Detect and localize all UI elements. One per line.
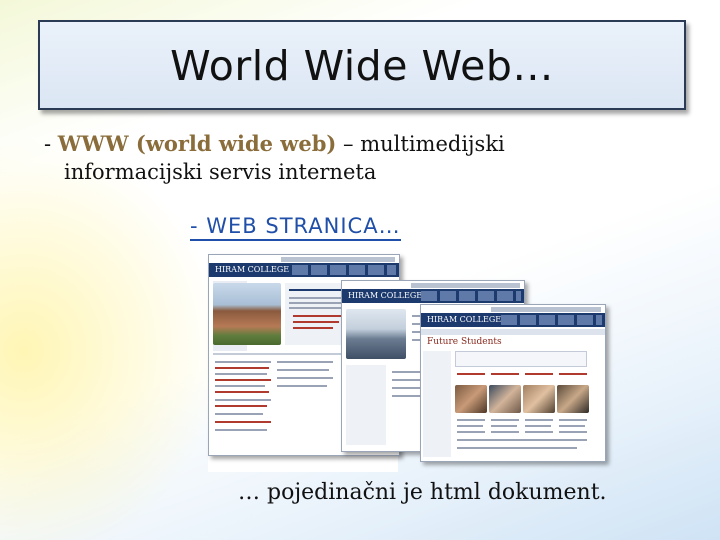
webpage-screenshots: HIRAM COLLEGE HIRAM COLLEGE HIRAM COLLEG… [208,254,606,472]
text-line [525,373,553,375]
college-name: HIRAM COLLEGE [348,291,423,300]
student-photo-2 [489,385,521,413]
text-line [457,447,577,449]
text-line [277,385,327,387]
nav-tabs [420,291,521,301]
bullet-rest: – multimedijski [336,132,505,156]
title-box: World Wide Web… [38,20,686,110]
footer-statement: … pojedinačni je html dokument. [238,480,607,505]
text-line [457,373,485,375]
text-line [215,429,267,431]
top-nav-bar [410,283,520,288]
screenshot-page-3: HIRAM COLLEGE Future Students [420,304,606,462]
top-nav-bar [490,307,601,312]
bullet-www: - WWW (world wide web) – multimedijski i… [44,130,684,186]
text-line [559,431,587,433]
text-line [457,419,485,421]
text-line [491,419,519,421]
link-line [293,321,339,323]
text-line [491,425,517,427]
text-line [215,361,271,363]
student-photo-3 [523,385,555,413]
text-line [491,431,519,433]
text-line [457,439,587,441]
intro-box [455,351,587,367]
web-stranica-link[interactable]: - WEB STRANICA… [190,214,401,241]
college-name: HIRAM COLLEGE [427,315,502,324]
bullet-term: WWW (world wide web) [57,131,337,156]
text-line [215,385,265,387]
campus-photo [213,283,281,345]
student-photo-1 [455,385,487,413]
nav-tabs [291,265,396,275]
link-line [293,327,333,329]
text-line [559,373,587,375]
link-line [215,379,271,381]
link-line [215,391,269,393]
bullet-dash: - [44,132,58,156]
text-line [457,425,483,427]
left-menu [423,351,451,457]
text-line [277,377,333,379]
text-line [277,369,329,371]
slide-title: World Wide Web… [170,42,554,90]
link-line [215,405,267,407]
text-line [277,361,333,363]
college-name: HIRAM COLLEGE [215,265,290,274]
text-line [525,431,553,433]
building-photo [346,309,406,359]
breadcrumb-bar [421,329,605,335]
text-line [215,373,267,375]
text-line [491,373,519,375]
student-photo-4 [557,385,589,413]
bullet-line2: informacijski servis interneta [64,160,377,184]
text-line [525,425,551,427]
link-line [293,315,343,317]
top-nav-bar [281,257,395,262]
left-menu [346,365,386,445]
text-line [559,419,587,421]
text-line [525,419,553,421]
nav-tabs [500,315,602,325]
link-line [215,367,269,369]
text-line [457,431,485,433]
text-line [215,413,263,415]
text-line [559,425,585,427]
link-line [215,421,271,423]
text-line [215,399,271,401]
page-heading: Future Students [427,337,502,347]
